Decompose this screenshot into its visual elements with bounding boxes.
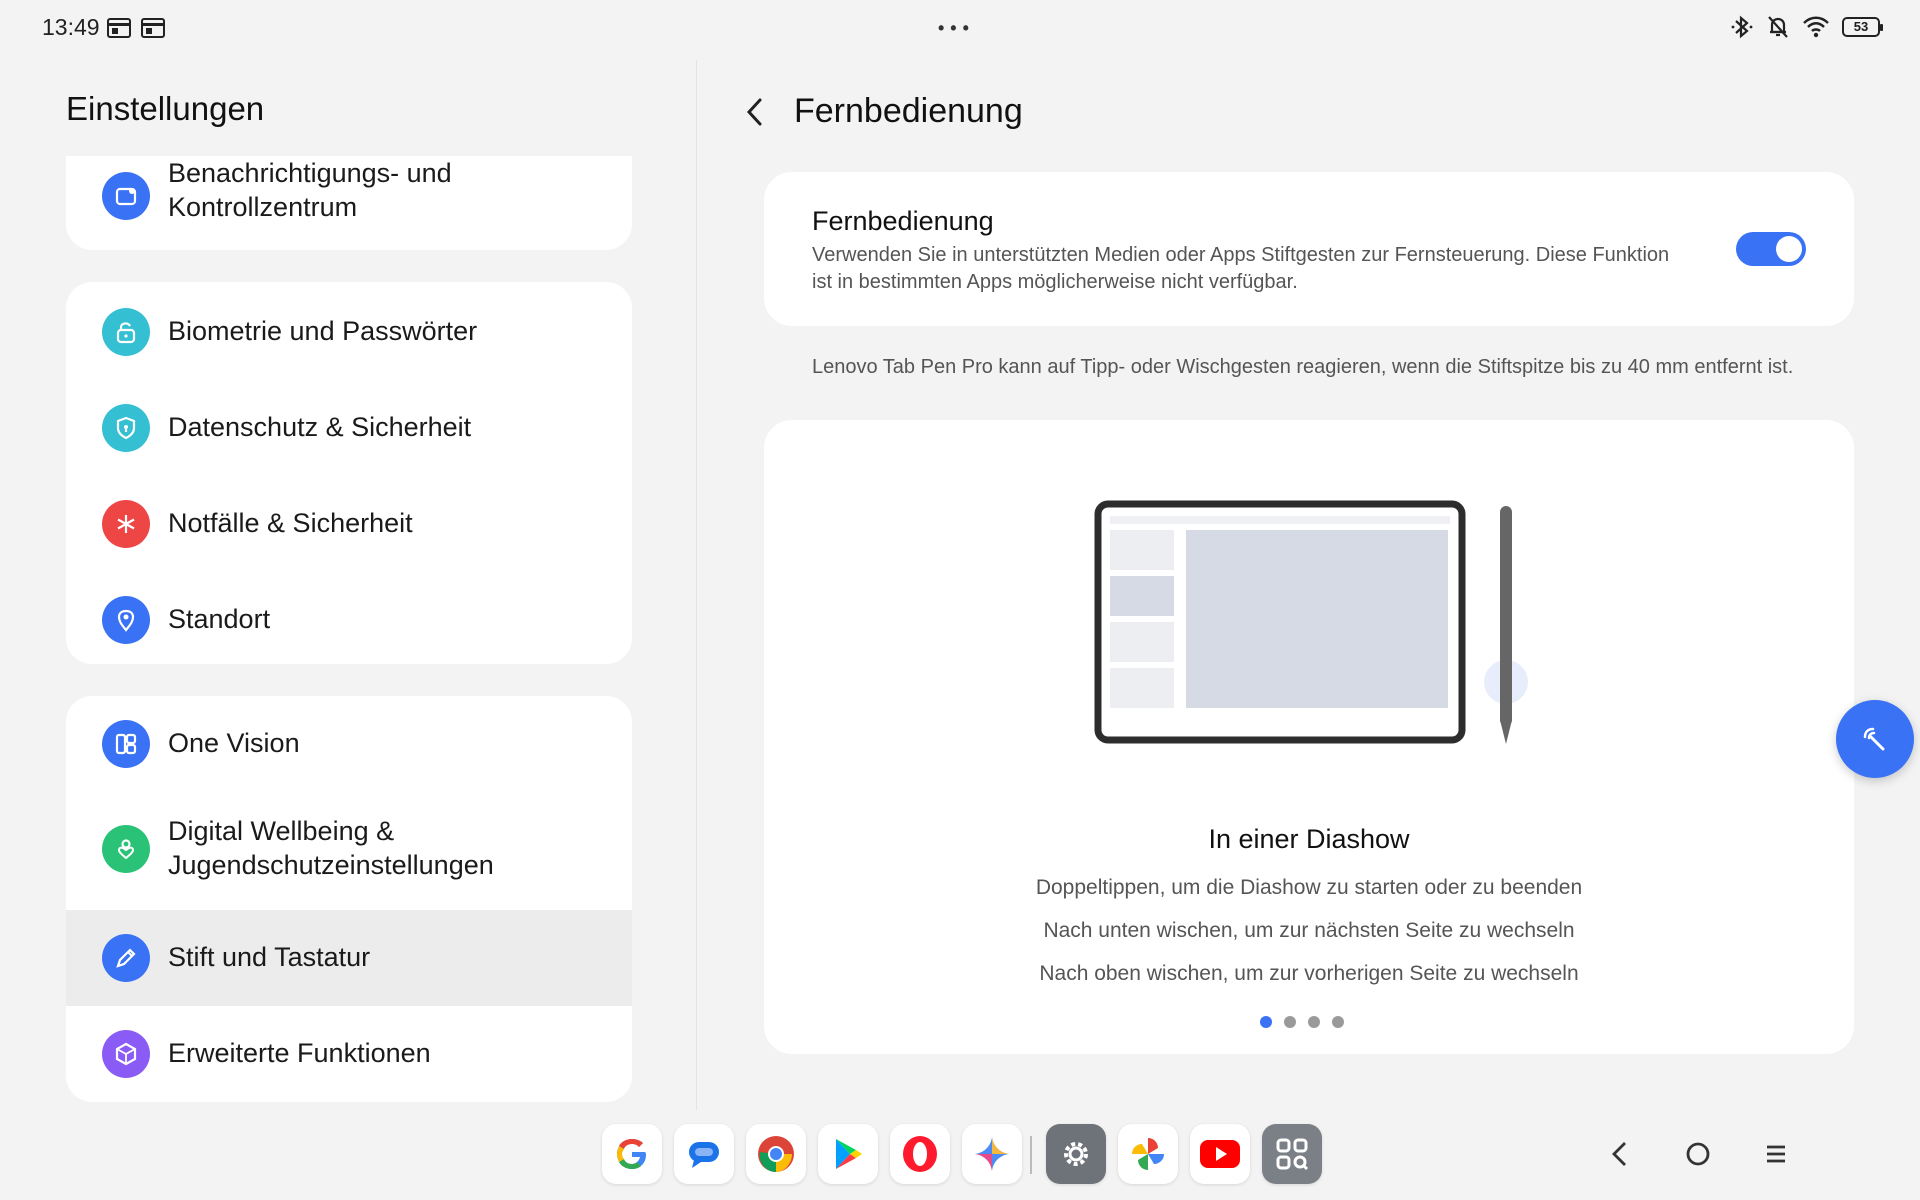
app-library-icon[interactable]	[1262, 1124, 1322, 1184]
page-dot[interactable]	[1308, 1016, 1320, 1028]
asterisk-icon	[102, 500, 150, 548]
unlock-icon	[102, 308, 150, 356]
youtube-icon[interactable]	[1190, 1124, 1250, 1184]
location-pin-icon	[102, 596, 150, 644]
settings-card-features: One Vision Digital Wellbeing & Jugendsch…	[66, 696, 632, 1102]
play-store-icon[interactable]	[818, 1124, 878, 1184]
settings-icon[interactable]	[1046, 1124, 1106, 1184]
demo-line: Nach unten wischen, um zur nächsten Seit…	[1043, 919, 1575, 942]
calendar-notification-icon	[107, 18, 131, 38]
dock-separator	[1030, 1136, 1032, 1174]
notification-center-icon	[102, 172, 150, 220]
sidebar-item-one-vision[interactable]: One Vision	[66, 696, 632, 792]
wellbeing-icon	[102, 825, 150, 873]
remote-control-title: Fernbedienung	[812, 206, 994, 236]
sidebar-item-advanced[interactable]: Erweiterte Funktionen	[66, 1006, 632, 1102]
nav-menu-icon[interactable]	[1756, 1134, 1796, 1174]
more-dots-icon[interactable]: •••	[938, 18, 975, 39]
bell-muted-icon	[1768, 16, 1788, 38]
sidebar-item-notifications[interactable]: Benachrichtigungs- und Kontrollzentrum	[66, 156, 632, 250]
sidebar-item-label: Digital Wellbeing &	[168, 816, 395, 846]
toggle-knob	[1776, 236, 1802, 262]
google-icon[interactable]	[602, 1124, 662, 1184]
page-dot[interactable]	[1332, 1016, 1344, 1028]
settings-title: Einstellungen	[66, 90, 265, 127]
sidebar-item-pen-keyboard[interactable]: Stift und Tastatur	[66, 910, 632, 1006]
demo-title: In einer Diashow	[1208, 824, 1410, 854]
demo-line: Nach oben wischen, um zur vorherigen Sei…	[1039, 962, 1579, 985]
nav-back-icon[interactable]	[1600, 1134, 1640, 1174]
calendar-notification-icon	[141, 18, 165, 38]
messages-icon[interactable]	[674, 1124, 734, 1184]
floating-pen-button[interactable]	[1836, 700, 1914, 778]
status-bar: 13:49 ••• 53	[0, 0, 1920, 58]
remote-control-description: Verwenden Sie in unterstützten Medien od…	[812, 244, 1670, 293]
back-arrow-icon[interactable]	[740, 92, 770, 132]
pen-remote-icon	[1863, 727, 1885, 751]
sidebar-item-label: One Vision	[168, 728, 300, 758]
sidebar-item-label: Standort	[168, 604, 271, 634]
bluetooth-icon	[1731, 15, 1753, 39]
tablet-pen-illustration	[1094, 500, 1528, 744]
page-title: Fernbedienung	[794, 92, 1023, 130]
sidebar-item-label: Biometrie und Passwörter	[168, 316, 478, 346]
pen-icon	[102, 934, 150, 982]
sidebar-item-location[interactable]: Standort	[66, 572, 632, 664]
page-dot[interactable]	[1284, 1016, 1296, 1028]
sidebar-item-label: Jugendschutzeinstellungen	[168, 850, 494, 880]
status-time: 13:49	[42, 14, 100, 40]
sidebar-item-label: Benachrichtigungs- und	[168, 158, 452, 188]
sidebar-item-label: Erweiterte Funktionen	[168, 1038, 431, 1068]
sidebar-item-wellbeing[interactable]: Digital Wellbeing & Jugendschutzeinstell…	[66, 792, 632, 906]
advanced-features-icon	[102, 1030, 150, 1078]
gesture-demo-card: In einer Diashow Doppeltippen, um die Di…	[764, 420, 1854, 1054]
taskbar	[0, 1124, 1920, 1188]
settings-card-notifications: Benachrichtigungs- und Kontrollzentrum	[66, 156, 632, 250]
wifi-icon	[1803, 16, 1829, 38]
remote-control-card: Fernbedienung Verwenden Sie in unterstüt…	[764, 172, 1854, 326]
photos-icon[interactable]	[1118, 1124, 1178, 1184]
chrome-icon[interactable]	[746, 1124, 806, 1184]
sidebar-item-emergency[interactable]: Notfälle & Sicherheit	[66, 476, 632, 572]
sidebar-item-biometrics[interactable]: Biometrie und Passwörter	[66, 284, 632, 380]
panel-divider	[696, 60, 697, 1110]
status-icons: 53	[1730, 14, 1883, 40]
sidebar-item-label: Datenschutz & Sicherheit	[168, 412, 472, 442]
one-vision-icon	[102, 720, 150, 768]
sidebar-item-label: Stift und Tastatur	[168, 942, 371, 972]
nav-home-icon[interactable]	[1678, 1134, 1718, 1174]
settings-card-security: Biometrie und Passwörter Datenschutz & S…	[66, 282, 632, 664]
sidebar-item-label: Notfälle & Sicherheit	[168, 508, 413, 538]
shield-icon	[102, 404, 150, 452]
gemini-icon[interactable]	[962, 1124, 1022, 1184]
page-dot[interactable]	[1260, 1016, 1272, 1028]
page-indicator[interactable]	[1260, 1016, 1344, 1028]
battery-indicator: 53	[1842, 17, 1883, 37]
sidebar-item-privacy[interactable]: Datenschutz & Sicherheit	[66, 380, 632, 476]
opera-icon[interactable]	[890, 1124, 950, 1184]
demo-line: Doppeltippen, um die Diashow zu starten …	[1035, 876, 1583, 899]
remote-control-toggle[interactable]	[1736, 232, 1806, 266]
range-hint: Lenovo Tab Pen Pro kann auf Tipp- oder W…	[812, 356, 1794, 378]
sidebar-item-label: Kontrollzentrum	[168, 192, 358, 222]
